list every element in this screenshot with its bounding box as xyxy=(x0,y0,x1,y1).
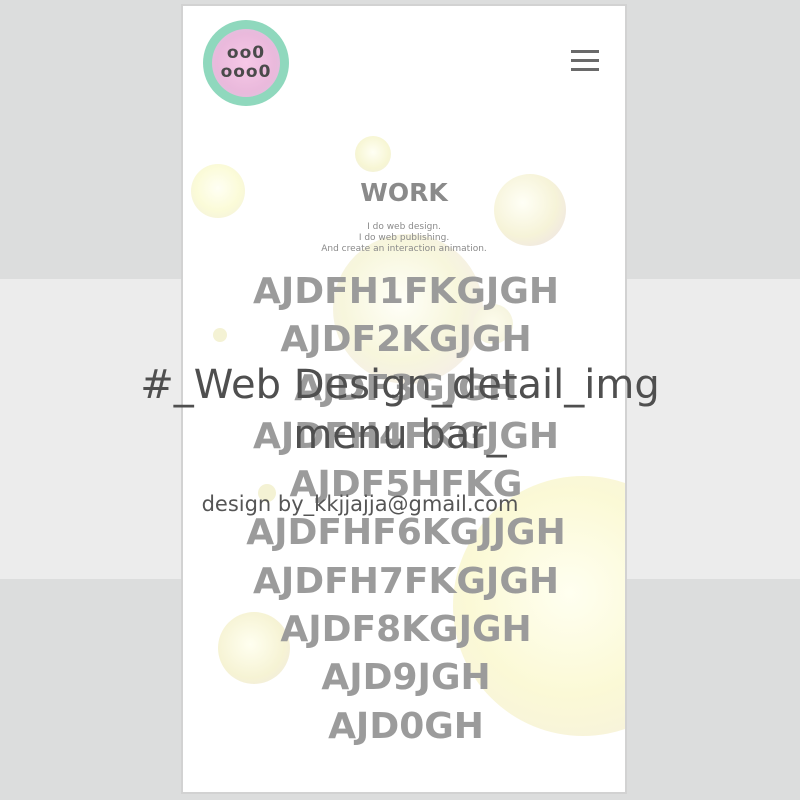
section-description: I do web design. I do web publishing. An… xyxy=(183,222,625,255)
work-item[interactable]: AJDFHF6KGJJGH xyxy=(183,509,625,557)
description-line: I do web design. xyxy=(367,222,441,232)
description-line: And create an interaction animation. xyxy=(321,244,487,254)
logo-text-line1: oo0 xyxy=(226,43,266,63)
caption-title-line2: menu bar_ xyxy=(293,412,507,458)
logo-text-line2: ooo0 xyxy=(220,62,272,82)
logo-badge: oo0 ooo0 xyxy=(212,29,280,97)
section-title: WORK xyxy=(360,178,448,207)
work-item[interactable]: AJDFH7FKGJGH xyxy=(183,558,625,606)
menu-bar-line xyxy=(571,50,599,53)
caption-credit: design by_kkjjajja@gmail.com xyxy=(201,492,519,516)
work-item[interactable]: AJDF8KGJGH xyxy=(183,606,625,654)
decor-bubble xyxy=(355,136,391,172)
caption-overlay: #_Web Design_detail_img menu bar_ xyxy=(0,360,800,460)
work-item[interactable]: AJD0GH xyxy=(183,703,625,751)
caption-title-line1: #_Web Design_detail_img xyxy=(140,362,660,408)
hamburger-menu-icon[interactable] xyxy=(571,50,601,74)
site-logo[interactable]: oo0 ooo0 xyxy=(203,20,289,106)
menu-bar-line xyxy=(571,68,599,71)
description-line: I do web publishing. xyxy=(358,233,450,243)
work-item[interactable]: AJDF2KGJGH xyxy=(183,316,625,364)
work-item[interactable]: AJDFH1FKGJGH xyxy=(183,268,625,316)
menu-bar-line xyxy=(571,59,599,62)
work-item[interactable]: AJD9JGH xyxy=(183,654,625,702)
